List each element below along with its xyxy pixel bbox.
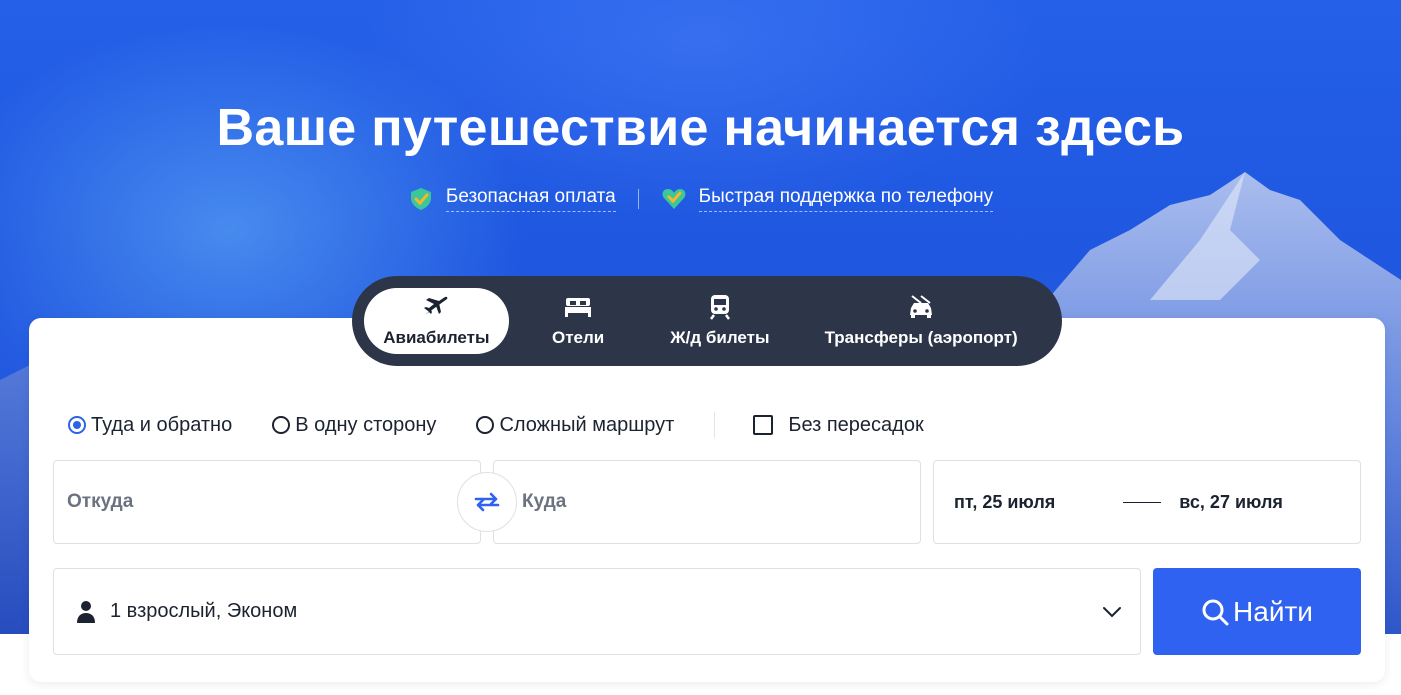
multi-city-label: Сложный маршрут — [499, 413, 675, 436]
heart-check-icon — [662, 189, 686, 209]
tab-transfers[interactable]: Трансферы (аэропорт) — [792, 288, 1050, 354]
tab-transfers-label: Трансферы (аэропорт) — [824, 328, 1018, 347]
car-icon — [907, 294, 935, 320]
chevron-down-icon — [1103, 606, 1121, 617]
passengers-select[interactable]: 1 взрослый, Эконом — [53, 568, 1141, 655]
search-icon — [1202, 599, 1229, 625]
to-placeholder: Куда — [522, 491, 567, 512]
hero-title: Ваше путешествие начинается здесь — [216, 99, 1185, 157]
bed-icon — [564, 294, 592, 320]
one-way-label: В одну сторону — [295, 413, 437, 436]
search-button-label: Найти — [1233, 595, 1313, 627]
dates-field[interactable]: пт, 25 июля вс, 27 июля — [933, 460, 1361, 544]
tab-hotels[interactable]: Отели — [509, 288, 648, 354]
train-icon — [706, 294, 734, 320]
tab-flights[interactable]: Авиабилеты — [364, 288, 509, 354]
tab-rail-label: Ж/д билеты — [670, 328, 770, 347]
swap-arrows-icon — [474, 492, 500, 512]
round-trip-option[interactable]: Туда и обратно — [68, 414, 232, 437]
passengers-value: 1 взрослый, Эконом — [110, 600, 298, 622]
one-way-option[interactable]: В одну сторону — [272, 414, 436, 437]
multi-city-option[interactable]: Сложный маршрут — [476, 414, 674, 437]
options-divider — [714, 412, 716, 438]
date-range-dash — [1123, 501, 1162, 503]
badge-divider — [637, 189, 639, 209]
to-field[interactable]: Куда — [493, 460, 921, 544]
direct-only-label: Без пересадок — [788, 413, 924, 436]
direct-only-option[interactable]: Без пересадок — [753, 413, 924, 437]
round-trip-label: Туда и обратно — [91, 413, 233, 436]
from-field[interactable]: Откуда — [53, 460, 481, 544]
depart-date[interactable]: пт, 25 июля — [954, 492, 1055, 513]
tab-rail[interactable]: Ж/д билеты — [648, 288, 793, 354]
trust-badges: Безопасная оплата Быстрая поддержка по т… — [0, 186, 1401, 212]
phone-support-label: Быстрая поддержка по телефону — [698, 186, 994, 212]
direct-only-checkbox[interactable] — [753, 415, 774, 435]
swap-button[interactable] — [457, 472, 517, 532]
multi-city-radio[interactable] — [476, 416, 495, 434]
secure-payment-badge[interactable]: Безопасная оплата — [408, 186, 616, 212]
from-placeholder: Откуда — [67, 491, 134, 512]
trip-type-options: Туда и обратно В одну сторону Сложный ма… — [68, 412, 964, 438]
tab-hotels-label: Отели — [551, 328, 605, 347]
plane-icon — [422, 294, 450, 320]
tab-flights-label: Авиабилеты — [383, 328, 490, 347]
one-way-radio[interactable] — [272, 416, 291, 434]
person-icon — [77, 600, 95, 623]
shield-check-icon — [410, 188, 431, 210]
phone-support-badge[interactable]: Быстрая поддержка по телефону — [661, 186, 994, 212]
secure-payment-label: Безопасная оплата — [445, 186, 616, 212]
search-button[interactable]: Найти — [1153, 568, 1361, 655]
round-trip-radio[interactable] — [68, 416, 86, 434]
return-date[interactable]: вс, 27 июля — [1179, 492, 1283, 513]
search-tabs: Авиабилеты Отели Ж/д билеты Трансферы (а… — [352, 276, 1062, 366]
